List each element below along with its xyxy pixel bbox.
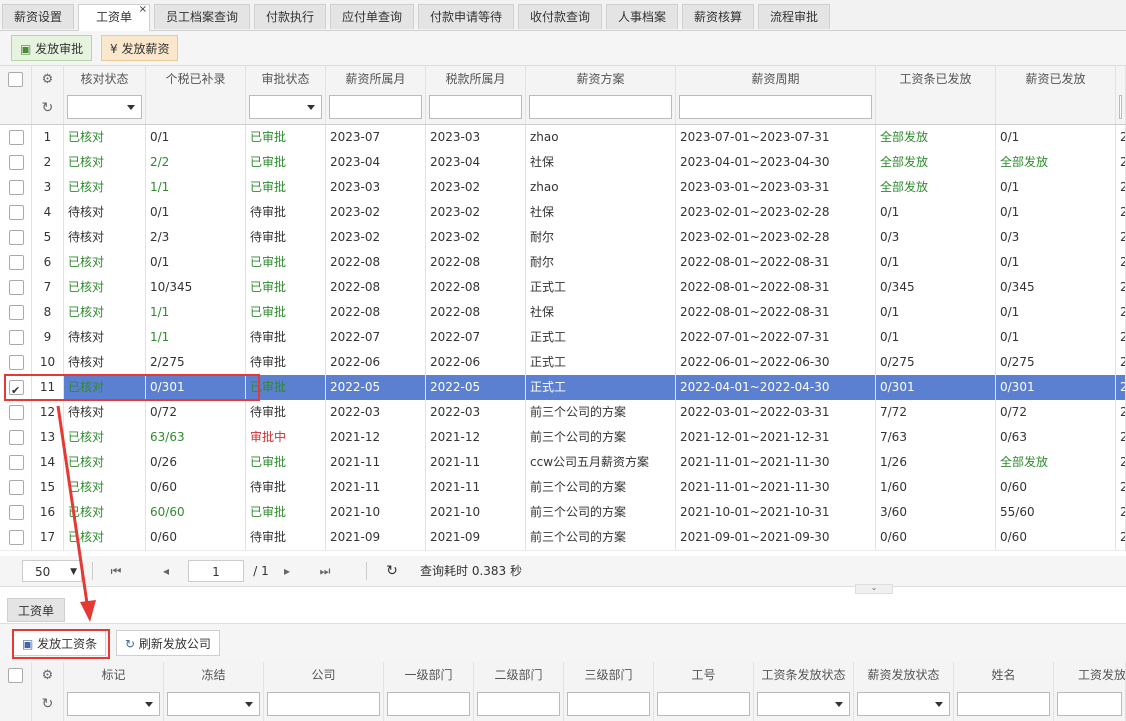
- arrow-annotation: [56, 405, 96, 622]
- arrow-head: [80, 600, 96, 622]
- arrow-line: [56, 405, 90, 611]
